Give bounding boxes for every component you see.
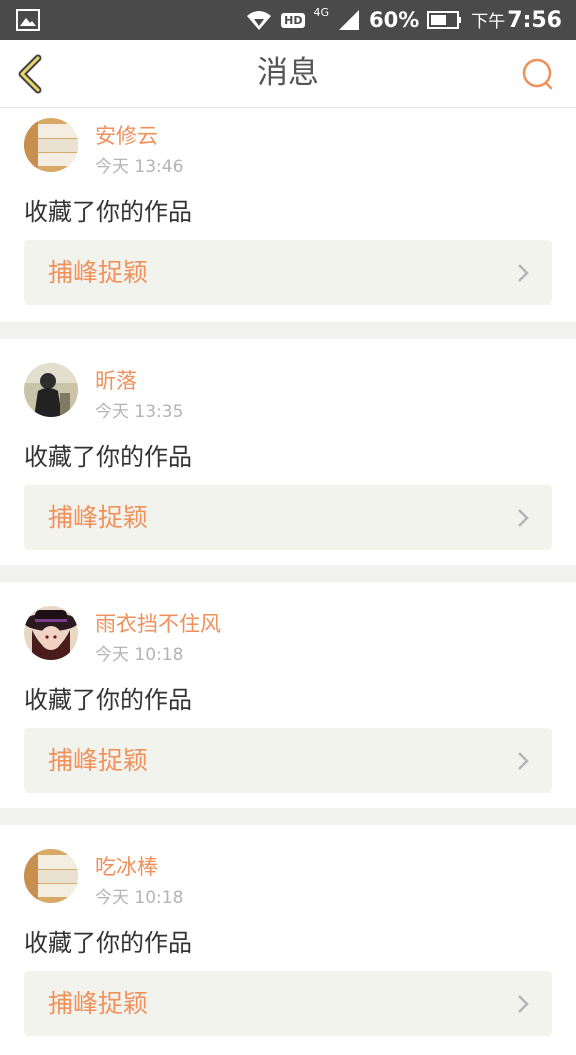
- wifi-icon: [247, 11, 272, 30]
- battery-percent: 60%: [369, 8, 420, 32]
- avatar[interactable]: [24, 118, 78, 172]
- chevron-right-icon: [518, 264, 529, 282]
- message-time: 今天 13:46: [95, 157, 184, 177]
- clock: 7:56: [507, 8, 562, 33]
- username[interactable]: 安修云: [95, 120, 158, 150]
- message-list: 安修云 今天 13:46 收藏了你的作品 捕峰捉颖 昕落 今天 13:35 收藏…: [0, 108, 576, 1055]
- message-card: 雨衣挡不住风 今天 10:18 收藏了你的作品 捕峰捉颖: [0, 582, 576, 808]
- action-text: 收藏了你的作品: [24, 198, 192, 226]
- avatar[interactable]: [24, 363, 78, 417]
- message-card: 吃冰棒 今天 10:18 收藏了你的作品 捕峰捉颖: [0, 825, 576, 1055]
- battery-icon: [427, 11, 462, 29]
- username[interactable]: 昕落: [95, 365, 137, 395]
- avatar[interactable]: [24, 606, 78, 660]
- work-link[interactable]: 捕峰捉颖: [24, 485, 552, 550]
- work-link[interactable]: 捕峰捉颖: [24, 728, 552, 793]
- page-title: 消息: [257, 55, 319, 91]
- message-time: 今天 10:18: [95, 888, 184, 908]
- time-prefix: 下午: [471, 12, 506, 32]
- work-link[interactable]: 捕峰捉颖: [24, 240, 552, 305]
- avatar[interactable]: [24, 849, 78, 903]
- message-card: 昕落 今天 13:35 收藏了你的作品 捕峰捉颖: [0, 339, 576, 565]
- username[interactable]: 雨衣挡不住风: [95, 608, 221, 638]
- chevron-right-icon: [518, 995, 529, 1013]
- status-right: HD 4G 60% 下午7:56: [245, 0, 562, 40]
- person-photo-avatar-icon: [24, 363, 78, 417]
- work-title: 捕峰捉颖: [48, 989, 149, 1018]
- work-title: 捕峰捉颖: [48, 746, 149, 775]
- action-text: 收藏了你的作品: [24, 929, 192, 957]
- message-time: 今天 13:35: [95, 402, 184, 422]
- navigation-bar: 消息: [0, 40, 576, 108]
- chevron-right-icon: [518, 752, 529, 770]
- work-link[interactable]: 捕峰捉颖: [24, 971, 552, 1036]
- work-title: 捕峰捉颖: [48, 503, 149, 532]
- book-stack-avatar-icon: [24, 118, 78, 172]
- action-text: 收藏了你的作品: [24, 686, 192, 714]
- signal-icon: [339, 10, 359, 30]
- status-bar: HD 4G 60% 下午7:56: [0, 0, 576, 40]
- book-stack-avatar-icon: [24, 849, 78, 903]
- hat-girl-avatar-icon: [24, 606, 78, 660]
- hd-badge: HD: [281, 12, 306, 28]
- search-icon[interactable]: [520, 56, 556, 92]
- username[interactable]: 吃冰棒: [95, 851, 158, 881]
- chevron-right-icon: [518, 509, 529, 527]
- image-icon: [16, 9, 40, 31]
- work-title: 捕峰捉颖: [48, 258, 149, 287]
- action-text: 收藏了你的作品: [24, 443, 192, 471]
- network-type: 4G: [313, 5, 329, 19]
- message-card: 安修云 今天 13:46 收藏了你的作品 捕峰捉颖: [0, 108, 576, 322]
- message-time: 今天 10:18: [95, 645, 184, 665]
